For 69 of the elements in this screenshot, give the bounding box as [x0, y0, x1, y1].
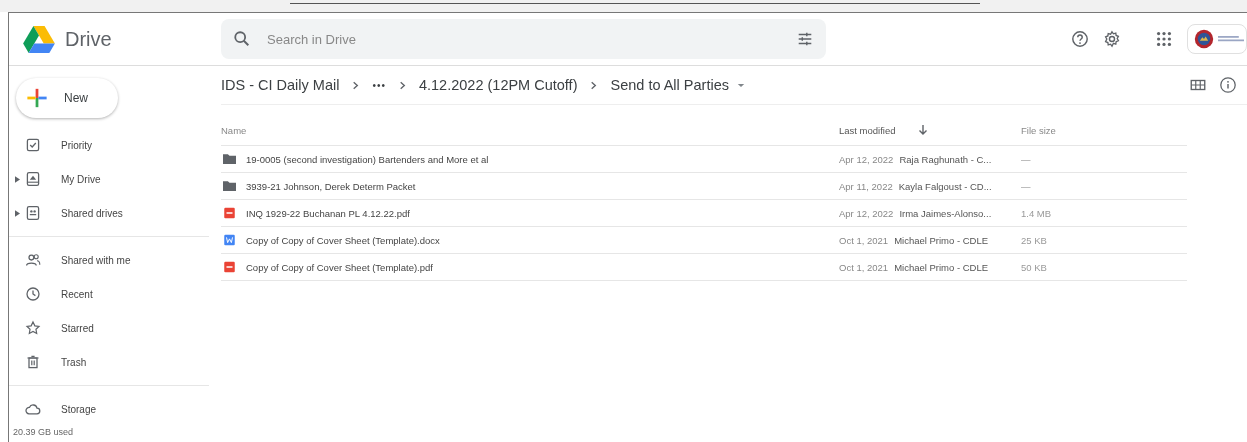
file-size: 25 KB: [1021, 234, 1048, 246]
file-size: —: [1021, 153, 1032, 165]
sidebar-item[interactable]: My Drive: [61, 173, 101, 185]
sidebar-item[interactable]: Priority: [61, 139, 93, 151]
expand-arrow-icon[interactable]: [14, 175, 20, 183]
info-icon[interactable]: [1219, 76, 1237, 94]
sidebar-item[interactable]: Shared drives: [61, 207, 123, 219]
file-size: —: [1021, 180, 1032, 192]
sidebar-item[interactable]: Shared with me: [61, 254, 131, 266]
file-name[interactable]: INQ 1929-22 Buchanan PL 4.12.22.pdf: [246, 207, 410, 219]
app-name: Drive: [65, 27, 112, 51]
breadcrumb-item[interactable]: •••: [372, 79, 386, 91]
cloud-icon: [25, 401, 41, 417]
shared-drive-icon: [25, 205, 41, 221]
modified-date: Apr 12, 2022: [839, 207, 894, 219]
modified-by: Michael Primo - CDLE: [894, 234, 989, 246]
modified-date: Apr 11, 2022: [839, 180, 893, 192]
storage-used: 20.39 GB used: [12, 427, 75, 437]
trash-icon: [25, 354, 41, 370]
search-icon: [233, 30, 251, 48]
modified-date: Apr 12, 2022: [839, 153, 894, 165]
plus-icon: [26, 87, 48, 109]
chevron-right-icon: [351, 80, 361, 90]
breadcrumb-item[interactable]: IDS - CI Daily Mail: [221, 77, 340, 93]
modified-by: Michael Primo - CDLE: [894, 261, 989, 273]
apps-grid-icon[interactable]: [1155, 30, 1173, 48]
modified-by: Raja Raghunath - C...: [899, 153, 992, 165]
sidebar-item[interactable]: Storage: [61, 403, 97, 415]
file-name[interactable]: Copy of Copy of Cover Sheet (Template).docx: [246, 234, 440, 246]
account-button[interactable]: [1187, 24, 1247, 54]
folder-icon: [223, 153, 236, 165]
new-button[interactable]: New: [16, 78, 118, 118]
seal-icon: [1194, 29, 1214, 49]
breadcrumb-item[interactable]: 4.12.2022 (12PM Cutoff): [418, 77, 578, 93]
breadcrumb-item[interactable]: Send to All Parties: [610, 77, 729, 93]
column-header[interactable]: File size: [1021, 124, 1181, 136]
clock-icon: [25, 286, 41, 302]
people-icon: [25, 252, 41, 268]
pdf-file-icon: [223, 261, 236, 273]
sidebar-item[interactable]: Trash: [61, 356, 87, 368]
sidebar-item[interactable]: Recent: [61, 288, 93, 300]
column-header[interactable]: Name: [221, 124, 839, 136]
folder-icon: [223, 180, 236, 192]
file-name[interactable]: 3939-21 Johnson, Derek Determ Packet: [246, 180, 416, 192]
modified-by: Kayla Falgoust - CD...: [898, 180, 992, 192]
logo-mark-icon: [1218, 34, 1244, 44]
modified-date: Oct 1, 2021: [839, 234, 889, 246]
file-size: 1.4 MB: [1021, 207, 1053, 219]
search-field[interactable]: Search in Drive: [221, 19, 826, 59]
file-name[interactable]: Copy of Copy of Cover Sheet (Template).pdf: [246, 261, 433, 273]
expand-arrow-icon[interactable]: [14, 209, 20, 217]
settings-icon[interactable]: [1103, 30, 1121, 48]
help-icon[interactable]: [1071, 30, 1089, 48]
dropdown-caret-icon[interactable]: [737, 82, 745, 88]
file-name[interactable]: 19-0005 (second investigation) Bartenders and More et al: [246, 153, 489, 165]
pdf-file-icon: [223, 207, 236, 219]
filter-options-icon[interactable]: [796, 30, 814, 48]
modified-by: Irma Jaimes-Alonso...: [899, 207, 992, 219]
word-file-icon: [223, 234, 236, 246]
sort-arrow-icon[interactable]: [917, 124, 928, 136]
drive-logo-icon: [23, 25, 55, 53]
drive-icon: [25, 171, 41, 187]
modified-date: Oct 1, 2021: [839, 261, 889, 273]
star-icon: [25, 320, 41, 336]
chevron-right-icon: [589, 80, 599, 90]
file-size: 50 KB: [1021, 261, 1048, 273]
sidebar-item[interactable]: Starred: [61, 322, 94, 334]
checkbox-icon: [25, 137, 41, 153]
column-header[interactable]: Last modified: [839, 124, 896, 136]
